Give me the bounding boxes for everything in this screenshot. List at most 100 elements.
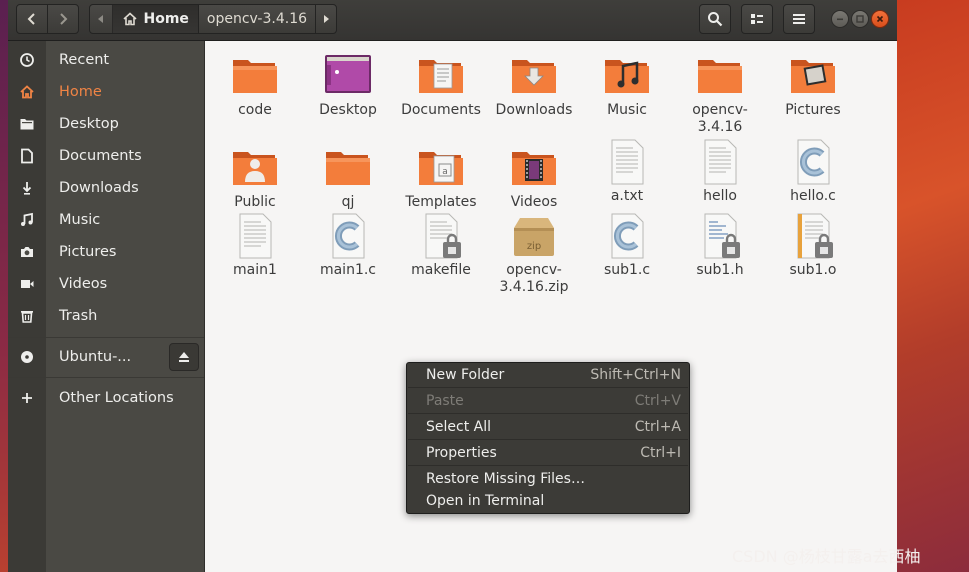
view-toggle-icon xyxy=(751,14,763,24)
menu-item-properties[interactable]: Properties Ctrl+I xyxy=(407,441,689,465)
home-icon xyxy=(16,81,38,103)
sidebar-item-other-locations[interactable]: Other Locations xyxy=(8,383,204,413)
sidebar-item-label: Downloads xyxy=(59,180,139,196)
file-item-public[interactable]: Public xyxy=(209,144,301,211)
menu-button[interactable] xyxy=(783,4,815,34)
menu-item-select-all[interactable]: Select All Ctrl+A xyxy=(407,415,689,439)
menu-item-label: Paste xyxy=(426,393,464,409)
search-button[interactable] xyxy=(699,4,731,34)
menu-separator xyxy=(408,387,688,388)
path-scroll-right-button[interactable] xyxy=(316,5,336,33)
menu-item-open-in-terminal[interactable]: Open in Terminal xyxy=(407,489,689,513)
menu-item-shortcut: Ctrl+I xyxy=(640,445,681,461)
minimize-button[interactable] xyxy=(831,10,849,28)
disc-icon xyxy=(16,346,38,368)
menu-icon xyxy=(793,14,805,24)
file-item-hello-c[interactable]: hello.c xyxy=(767,138,859,205)
menu-item-label: Restore Missing Files… xyxy=(426,471,585,487)
menu-item-shortcut: Ctrl+A xyxy=(634,419,681,435)
path-scroll-left-button[interactable] xyxy=(90,5,113,33)
sidebar: Recent Home Desktop Documents Downloads … xyxy=(8,41,205,572)
file-item-opencv-zip[interactable]: zip opencv- 3.4.16.zip xyxy=(488,212,580,296)
file-item-pictures[interactable]: Pictures xyxy=(767,52,859,119)
sidebar-item-trash[interactable]: Trash xyxy=(8,301,204,331)
file-item-main1-c[interactable]: main1.c xyxy=(302,212,394,279)
sidebar-item-label: Pictures xyxy=(59,244,117,260)
text-file-icon xyxy=(611,139,644,185)
text-file-icon xyxy=(239,213,272,259)
maximize-button[interactable] xyxy=(851,10,869,28)
path-segment-home[interactable]: Home xyxy=(112,5,199,33)
c-source-file-icon xyxy=(797,139,830,185)
c-source-file-icon xyxy=(332,213,365,259)
sidebar-item-music[interactable]: Music xyxy=(8,205,204,235)
file-name: Pictures xyxy=(785,102,841,118)
menu-separator xyxy=(408,439,688,440)
file-item-music[interactable]: Music xyxy=(581,52,673,119)
file-item-a-txt[interactable]: a.txt xyxy=(581,138,673,205)
file-name: sub1.h xyxy=(696,262,744,278)
file-item-documents[interactable]: Documents xyxy=(395,52,487,119)
search-icon xyxy=(708,12,723,27)
sidebar-item-label: Videos xyxy=(59,276,108,292)
sidebar-item-downloads[interactable]: Downloads xyxy=(8,173,204,203)
file-item-templates[interactable]: a Templates xyxy=(395,144,487,211)
back-button[interactable] xyxy=(16,4,48,34)
close-button[interactable] xyxy=(871,10,889,28)
sidebar-item-label: Trash xyxy=(59,308,98,324)
file-item-hello[interactable]: hello xyxy=(674,138,766,205)
sidebar-item-desktop[interactable]: Desktop xyxy=(8,109,204,139)
download-icon xyxy=(16,177,38,199)
file-item-downloads[interactable]: Downloads xyxy=(488,52,580,119)
view-toggle-button[interactable] xyxy=(741,4,773,34)
file-name: makefile xyxy=(411,262,471,278)
zip-archive-icon: zip xyxy=(514,218,554,256)
context-menu: New Folder Shift+Ctrl+N Paste Ctrl+V Sel… xyxy=(406,362,690,514)
path-bar: Home opencv-3.4.16 xyxy=(89,4,337,34)
downloads-folder-icon xyxy=(512,60,556,93)
file-item-code[interactable]: code xyxy=(209,52,301,119)
trash-icon xyxy=(16,305,38,327)
menu-item-shortcut: Shift+Ctrl+N xyxy=(590,367,681,383)
file-item-desktop[interactable]: Desktop xyxy=(302,52,394,119)
sidebar-item-recent[interactable]: Recent xyxy=(8,45,204,75)
menu-item-paste[interactable]: Paste Ctrl+V xyxy=(407,389,689,413)
sidebar-item-documents[interactable]: Documents xyxy=(8,141,204,171)
path-segment-opencv[interactable]: opencv-3.4.16 xyxy=(199,5,317,33)
file-item-makefile[interactable]: makefile xyxy=(395,212,487,279)
desktop-background-right xyxy=(897,0,969,572)
file-name: Public xyxy=(234,194,276,210)
c-source-file-icon xyxy=(611,213,644,259)
menu-item-restore-missing-files[interactable]: Restore Missing Files… xyxy=(407,467,689,491)
menu-separator xyxy=(408,465,688,466)
forward-button[interactable] xyxy=(47,4,79,34)
file-item-sub1-h[interactable]: sub1.h xyxy=(674,212,766,279)
eject-button[interactable] xyxy=(169,343,199,371)
sidebar-item-videos[interactable]: Videos xyxy=(8,269,204,299)
sidebar-item-home[interactable]: Home xyxy=(8,77,204,107)
file-item-sub1-c[interactable]: sub1.c xyxy=(581,212,673,279)
file-name: a.txt xyxy=(610,188,644,204)
chevron-left-icon xyxy=(27,13,35,25)
locked-text-file-icon xyxy=(425,213,461,259)
file-item-qj[interactable]: qj xyxy=(302,144,394,211)
file-item-opencv[interactable]: opencv- 3.4.16 xyxy=(674,52,766,136)
video-icon xyxy=(16,273,38,295)
file-item-sub1-o[interactable]: sub1.o xyxy=(767,212,859,279)
sidebar-item-label: Recent xyxy=(59,52,110,68)
sidebar-item-label: Home xyxy=(59,84,102,100)
sidebar-item-label: Documents xyxy=(59,148,142,164)
pictures-folder-icon xyxy=(791,60,835,93)
menu-item-label: Properties xyxy=(426,445,497,461)
file-item-main1[interactable]: main1 xyxy=(209,212,301,279)
sidebar-item-pictures[interactable]: Pictures xyxy=(8,237,204,267)
menu-item-label: Open in Terminal xyxy=(426,493,545,509)
file-item-videos[interactable]: Videos xyxy=(488,144,580,211)
chevron-right-icon xyxy=(60,13,68,25)
triangle-left-icon xyxy=(97,15,103,23)
locked-header-file-icon xyxy=(704,213,740,259)
documents-folder-icon xyxy=(419,60,463,93)
menu-item-new-folder[interactable]: New Folder Shift+Ctrl+N xyxy=(407,363,689,387)
file-name: main1.c xyxy=(319,262,377,278)
plus-icon xyxy=(16,387,38,409)
